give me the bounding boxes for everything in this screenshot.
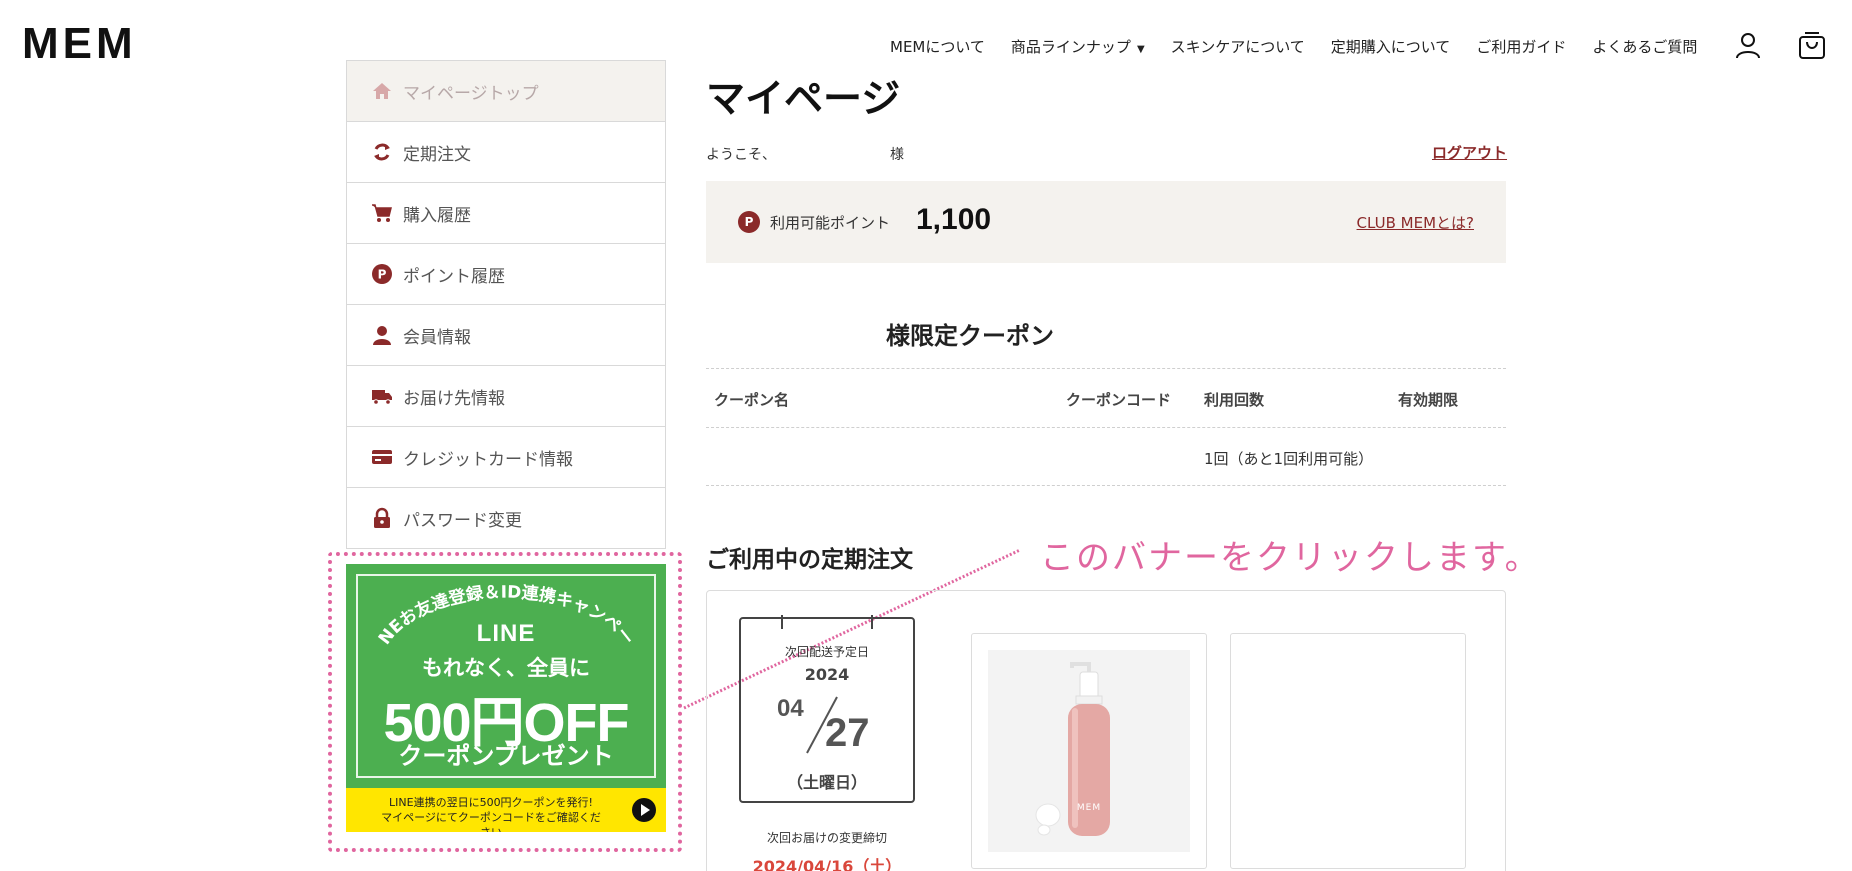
next-delivery-weekday: （土曜日） [786,773,867,792]
sidebar-item-label: パスワード変更 [403,510,522,531]
coupon-table: クーポン名 クーポンコード 利用回数 有効期限 1回（あと1回利用可能） [706,368,1506,486]
sidebar-item-member[interactable]: 会員情報 [347,305,665,366]
sidebar-item-label: ポイント履歴 [403,266,505,287]
sidebar-item-points[interactable]: P ポイント履歴 [347,244,665,305]
calendar-ring [871,615,873,629]
sidebar-item-label: 定期注文 [403,144,471,165]
welcome-label: ようこそ、 [706,147,776,163]
sidebar-item-label: 購入履歴 [403,205,471,226]
sidebar-item-label: マイページトップ [403,83,539,104]
nav-about[interactable]: MEMについて [890,36,985,57]
banner-line-text: LINE [476,620,536,647]
chevron-down-icon: ▼ [1136,44,1145,55]
club-mem-link[interactable]: CLUB MEMとは? [1357,212,1474,233]
line-campaign-banner[interactable]: LINEお友達登録＆ID連携キャンペーン LINE もれなく、全員に 500円O… [346,564,666,832]
logout-link[interactable]: ログアウト [1432,142,1507,163]
points-panel: P 利用可能ポイント 1,100 CLUB MEMとは? [706,181,1506,263]
banner-present-text: クーポンプレゼント [398,742,614,770]
deadline-label: 次回お届けの変更締切 [766,831,887,845]
svg-text:MEM: MEM [1077,803,1101,813]
point-icon: P [738,211,760,233]
sidebar-item-label: お届け先情報 [403,388,505,409]
nav-guide[interactable]: ご利用ガイド [1476,36,1566,57]
coupon-col-name: クーポン名 [714,391,790,409]
next-delivery-year: 2024 [804,665,850,684]
product-image: MEM [988,650,1190,852]
cart-icon [371,202,393,224]
nav-faq[interactable]: よくあるご質問 [1592,36,1697,57]
next-delivery-day: 27 [825,711,870,755]
sidebar-item-label: 会員情報 [403,327,471,348]
lock-icon [371,507,393,529]
nav-skincare[interactable]: スキンケアについて [1171,36,1305,57]
welcome-text: ようこそ、 様 [706,144,904,164]
credit-card-icon [371,446,393,468]
subscription-card: 次回配送予定日 2024 04 27 （土曜日） 次回お届けの変更締切 2024… [706,590,1506,871]
home-icon [371,80,393,102]
product-card[interactable]: MEM [971,633,1207,869]
calendar-ring [781,615,783,629]
svg-text:P: P [378,268,387,282]
sidebar-item-address[interactable]: お届け先情報 [347,366,665,427]
main-nav: MEMについて 商品ラインナップ ▼ スキンケアについて 定期購入について ご利用… [890,36,1697,57]
nav-lineup[interactable]: 商品ラインナップ ▼ [1011,36,1145,57]
logo[interactable]: MEM [22,22,137,66]
refresh-icon [371,141,393,163]
welcome-honorific: 様 [890,147,904,163]
page-title: マイページ [706,77,901,122]
shopping-bag-icon[interactable] [1797,30,1827,60]
banner-foot-line2: マイページにてクーポンコードをご確認ください [381,811,601,832]
next-delivery-month: 04 [777,695,804,722]
coupon-col-expiry: 有効期限 [1398,391,1459,409]
coupon-cell-count: 1回（あと1回利用可能） [1204,450,1374,468]
coupon-title: 様限定クーポン [886,322,1054,350]
points-label: 利用可能ポイント [770,214,891,232]
nav-lineup-label: 商品ラインナップ [1010,38,1131,56]
annotation-text: このバナーをクリックします。 [1040,538,1541,578]
person-icon [371,324,393,346]
banner-footer: LINE連携の翌日に500円クーポンを発行! マイページにてクーポンコードをご確… [346,788,666,832]
coupon-col-code: クーポンコード [1066,391,1172,409]
product-card[interactable] [1230,633,1466,869]
user-icon[interactable] [1733,30,1763,60]
sidebar-item-card[interactable]: クレジットカード情報 [347,427,665,488]
next-delivery-label: 次回配送予定日 [784,645,869,659]
sidebar: マイページトップ 定期注文 購入履歴 P ポイント履歴 会員情報 お届け先情報 … [346,60,666,549]
play-icon [632,798,656,822]
sidebar-item-subscription[interactable]: 定期注文 [347,122,665,183]
truck-icon [371,385,393,407]
sidebar-item-label: クレジットカード情報 [403,449,573,470]
point-icon: P [371,263,393,285]
banner-foot-line1: LINE連携の翌日に500円クーポンを発行! [389,796,593,809]
sidebar-item-top[interactable]: マイページトップ [347,61,665,122]
coupon-col-count: 利用回数 [1204,391,1265,409]
calendar-icon: 次回配送予定日 2024 04 27 （土曜日） [739,615,915,803]
sidebar-item-history[interactable]: 購入履歴 [347,183,665,244]
points-value: 1,100 [916,203,992,236]
sidebar-item-password[interactable]: パスワード変更 [347,488,665,549]
deadline-date: 2024/04/16（土） [752,857,902,871]
subscription-title: ご利用中の定期注文 [706,547,913,573]
nav-subscription[interactable]: 定期購入について [1331,36,1451,57]
coupon-header-row: クーポン名 クーポンコード 利用回数 有効期限 [706,368,1506,427]
table-row: 1回（あと1回利用可能） [706,427,1506,486]
